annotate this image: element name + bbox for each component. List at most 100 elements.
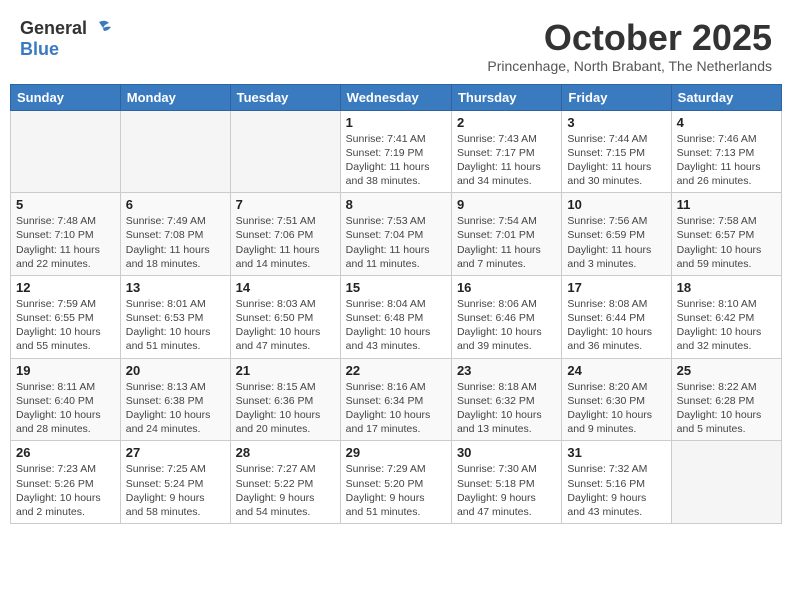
day-info: Sunrise: 7:48 AM Sunset: 7:10 PM Dayligh…	[16, 214, 115, 271]
day-number: 18	[677, 280, 776, 295]
logo-bird-icon	[91, 18, 113, 40]
day-number: 27	[126, 445, 225, 460]
calendar-cell: 17 Sunrise: 8:08 AM Sunset: 6:44 PM Dayli…	[562, 275, 671, 358]
subtitle: Princenhage, North Brabant, The Netherla…	[487, 58, 772, 74]
day-info: Sunrise: 7:43 AM Sunset: 7:17 PM Dayligh…	[457, 132, 556, 189]
weekday-header-monday: Monday	[120, 84, 230, 110]
weekday-header-thursday: Thursday	[451, 84, 561, 110]
day-number: 30	[457, 445, 556, 460]
calendar-week-row: 1Sunrise: 7:41 AM Sunset: 7:19 PM Daylig…	[11, 110, 782, 193]
day-info: Sunrise: 8:11 AM Sunset: 6:40 PM Dayligh…	[16, 380, 115, 437]
day-number: 9	[457, 197, 556, 212]
day-number: 16	[457, 280, 556, 295]
page-header: General Blue October 2025 Princenhage, N…	[10, 10, 782, 78]
day-number: 4	[677, 115, 776, 130]
day-info: Sunrise: 7:23 AM Sunset: 5:26 PM Dayligh…	[16, 462, 115, 519]
day-number: 8	[346, 197, 446, 212]
title-area: October 2025 Princenhage, North Brabant,…	[487, 18, 772, 74]
calendar-cell	[671, 441, 781, 524]
day-number: 21	[236, 363, 335, 378]
calendar-cell: 13 Sunrise: 8:01 AM Sunset: 6:53 PM Dayli…	[120, 275, 230, 358]
calendar-cell: 5 Sunrise: 7:48 AM Sunset: 7:10 PM Daylig…	[11, 193, 121, 276]
calendar-cell: 10 Sunrise: 7:56 AM Sunset: 6:59 PM Dayli…	[562, 193, 671, 276]
day-number: 19	[16, 363, 115, 378]
calendar-cell: 6Sunrise: 7:49 AM Sunset: 7:08 PM Daylig…	[120, 193, 230, 276]
calendar-table: SundayMondayTuesdayWednesdayThursdayFrid…	[10, 84, 782, 524]
calendar-cell: 31Sunrise: 7:32 AM Sunset: 5:16 PM Dayli…	[562, 441, 671, 524]
day-info: Sunrise: 8:04 AM Sunset: 6:48 PM Dayligh…	[346, 297, 446, 354]
day-info: Sunrise: 8:08 AM Sunset: 6:44 PM Dayligh…	[567, 297, 665, 354]
calendar-cell: 23 Sunrise: 8:18 AM Sunset: 6:32 PM Dayli…	[451, 358, 561, 441]
day-info: Sunrise: 7:46 AM Sunset: 7:13 PM Dayligh…	[677, 132, 776, 189]
logo: General Blue	[20, 18, 113, 60]
calendar-cell: 28 Sunrise: 7:27 AM Sunset: 5:22 PM Dayli…	[230, 441, 340, 524]
day-info: Sunrise: 7:49 AM Sunset: 7:08 PM Dayligh…	[126, 214, 225, 271]
calendar-cell	[120, 110, 230, 193]
calendar-cell: 25Sunrise: 8:22 AM Sunset: 6:28 PM Dayli…	[671, 358, 781, 441]
calendar-cell: 2 Sunrise: 7:43 AM Sunset: 7:17 PM Daylig…	[451, 110, 561, 193]
calendar-cell: 22 Sunrise: 8:16 AM Sunset: 6:34 PM Dayli…	[340, 358, 451, 441]
day-info: Sunrise: 8:16 AM Sunset: 6:34 PM Dayligh…	[346, 380, 446, 437]
day-number: 1	[346, 115, 446, 130]
day-info: Sunrise: 8:01 AM Sunset: 6:53 PM Dayligh…	[126, 297, 225, 354]
day-info: Sunrise: 8:15 AM Sunset: 6:36 PM Dayligh…	[236, 380, 335, 437]
day-info: Sunrise: 7:56 AM Sunset: 6:59 PM Dayligh…	[567, 214, 665, 271]
calendar-week-row: 5 Sunrise: 7:48 AM Sunset: 7:10 PM Daylig…	[11, 193, 782, 276]
calendar-cell: 29 Sunrise: 7:29 AM Sunset: 5:20 PM Dayli…	[340, 441, 451, 524]
weekday-header-sunday: Sunday	[11, 84, 121, 110]
day-info: Sunrise: 7:59 AM Sunset: 6:55 PM Dayligh…	[16, 297, 115, 354]
weekday-header-tuesday: Tuesday	[230, 84, 340, 110]
weekday-header-wednesday: Wednesday	[340, 84, 451, 110]
calendar-cell: 9 Sunrise: 7:54 AM Sunset: 7:01 PM Daylig…	[451, 193, 561, 276]
day-info: Sunrise: 8:18 AM Sunset: 6:32 PM Dayligh…	[457, 380, 556, 437]
day-number: 25	[677, 363, 776, 378]
calendar-cell: 21 Sunrise: 8:15 AM Sunset: 6:36 PM Dayli…	[230, 358, 340, 441]
day-number: 22	[346, 363, 446, 378]
day-number: 17	[567, 280, 665, 295]
calendar-cell: 16Sunrise: 8:06 AM Sunset: 6:46 PM Dayli…	[451, 275, 561, 358]
day-number: 23	[457, 363, 556, 378]
calendar-cell: 11Sunrise: 7:58 AM Sunset: 6:57 PM Dayli…	[671, 193, 781, 276]
calendar-header-row: SundayMondayTuesdayWednesdayThursdayFrid…	[11, 84, 782, 110]
calendar-cell: 24Sunrise: 8:20 AM Sunset: 6:30 PM Dayli…	[562, 358, 671, 441]
calendar-cell: 3Sunrise: 7:44 AM Sunset: 7:15 PM Daylig…	[562, 110, 671, 193]
day-number: 12	[16, 280, 115, 295]
day-info: Sunrise: 7:32 AM Sunset: 5:16 PM Dayligh…	[567, 462, 665, 519]
day-number: 20	[126, 363, 225, 378]
calendar-week-row: 26 Sunrise: 7:23 AM Sunset: 5:26 PM Dayli…	[11, 441, 782, 524]
day-number: 13	[126, 280, 225, 295]
weekday-header-friday: Friday	[562, 84, 671, 110]
calendar-cell: 18 Sunrise: 8:10 AM Sunset: 6:42 PM Dayli…	[671, 275, 781, 358]
calendar-cell	[11, 110, 121, 193]
calendar-cell: 19 Sunrise: 8:11 AM Sunset: 6:40 PM Dayli…	[11, 358, 121, 441]
day-number: 10	[567, 197, 665, 212]
day-info: Sunrise: 7:25 AM Sunset: 5:24 PM Dayligh…	[126, 462, 225, 519]
calendar-cell: 20Sunrise: 8:13 AM Sunset: 6:38 PM Dayli…	[120, 358, 230, 441]
day-info: Sunrise: 8:03 AM Sunset: 6:50 PM Dayligh…	[236, 297, 335, 354]
calendar-cell: 7Sunrise: 7:51 AM Sunset: 7:06 PM Daylig…	[230, 193, 340, 276]
day-number: 15	[346, 280, 446, 295]
calendar-cell: 8Sunrise: 7:53 AM Sunset: 7:04 PM Daylig…	[340, 193, 451, 276]
day-info: Sunrise: 8:20 AM Sunset: 6:30 PM Dayligh…	[567, 380, 665, 437]
calendar-cell: 14Sunrise: 8:03 AM Sunset: 6:50 PM Dayli…	[230, 275, 340, 358]
calendar-cell	[230, 110, 340, 193]
day-info: Sunrise: 7:29 AM Sunset: 5:20 PM Dayligh…	[346, 462, 446, 519]
calendar-cell: 12 Sunrise: 7:59 AM Sunset: 6:55 PM Dayli…	[11, 275, 121, 358]
day-number: 26	[16, 445, 115, 460]
day-number: 5	[16, 197, 115, 212]
day-info: Sunrise: 7:54 AM Sunset: 7:01 PM Dayligh…	[457, 214, 556, 271]
day-info: Sunrise: 7:27 AM Sunset: 5:22 PM Dayligh…	[236, 462, 335, 519]
day-number: 29	[346, 445, 446, 460]
day-number: 2	[457, 115, 556, 130]
logo-blue-text: Blue	[20, 39, 59, 59]
calendar-cell: 4 Sunrise: 7:46 AM Sunset: 7:13 PM Daylig…	[671, 110, 781, 193]
day-info: Sunrise: 8:10 AM Sunset: 6:42 PM Dayligh…	[677, 297, 776, 354]
calendar-week-row: 19 Sunrise: 8:11 AM Sunset: 6:40 PM Dayli…	[11, 358, 782, 441]
calendar-cell: 30Sunrise: 7:30 AM Sunset: 5:18 PM Dayli…	[451, 441, 561, 524]
calendar-week-row: 12 Sunrise: 7:59 AM Sunset: 6:55 PM Dayli…	[11, 275, 782, 358]
day-info: Sunrise: 7:51 AM Sunset: 7:06 PM Dayligh…	[236, 214, 335, 271]
month-title: October 2025	[487, 18, 772, 58]
calendar-cell: 26 Sunrise: 7:23 AM Sunset: 5:26 PM Dayli…	[11, 441, 121, 524]
calendar-cell: 27 Sunrise: 7:25 AM Sunset: 5:24 PM Dayli…	[120, 441, 230, 524]
day-number: 28	[236, 445, 335, 460]
